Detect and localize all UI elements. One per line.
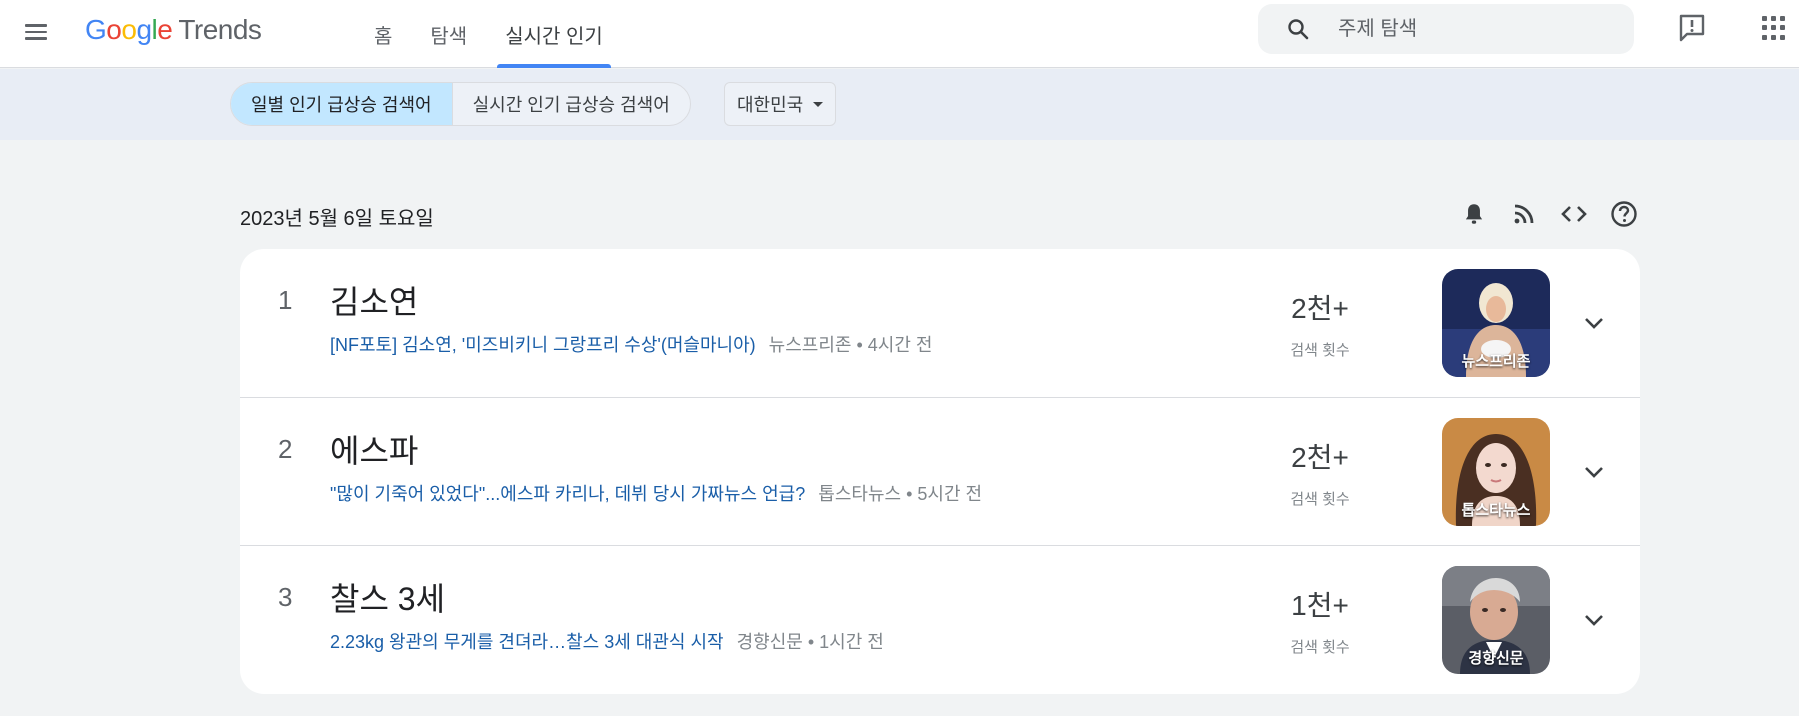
help-icon[interactable]	[1608, 198, 1640, 230]
toolbar	[1458, 198, 1640, 230]
image-source: 경향신문	[1468, 650, 1524, 667]
trend-rank: 3	[278, 582, 293, 612]
logo-letter: g	[136, 14, 152, 45]
country-select[interactable]: 대한민국	[724, 82, 837, 126]
trend-title[interactable]: 찰스 3세	[330, 574, 445, 620]
tab-home[interactable]: 홈	[360, 0, 406, 68]
search-box[interactable]	[1258, 4, 1634, 54]
caret-down-icon	[813, 101, 824, 107]
article-link[interactable]: [NF포토] 김소연, '미즈비키니 그랑프리 수상'(머슬마니아)	[330, 335, 756, 355]
trend-type-toggle: 일별 인기 급상승 검색어 실시간 인기 급상승 검색어	[230, 82, 691, 126]
google-trends-logo[interactable]: Google Trends	[85, 14, 262, 46]
realtime-trends-button[interactable]: 실시간 인기 급상승 검색어	[451, 83, 690, 125]
feedback-icon[interactable]	[1676, 12, 1708, 44]
trend-row[interactable]: 1 김소연 [NF포토] 김소연, '미즈비키니 그랑프리 수상'(머슬마니아)…	[240, 249, 1640, 397]
top-app-bar: Google Trends 홈 탐색 실시간 인기	[0, 0, 1799, 68]
trend-article: "많이 기죽어 있었다"...에스파 카리나, 데뷔 당시 가짜뉴스 언급? 톱…	[330, 480, 982, 506]
expand-chevron-icon[interactable]	[1578, 307, 1610, 339]
trend-rank: 1	[278, 285, 293, 315]
search-icon[interactable]	[1282, 13, 1314, 45]
bell-icon[interactable]	[1458, 198, 1490, 230]
article-link[interactable]: "많이 기죽어 있었다"...에스파 카리나, 데뷔 당시 가짜뉴스 언급?	[330, 484, 805, 504]
article-meta: 경향신문 • 1시간 전	[736, 632, 884, 652]
logo-letter: o	[106, 14, 122, 45]
trend-thumbnail[interactable]: 경향신문	[1442, 566, 1550, 674]
main-menu-button[interactable]	[20, 16, 52, 48]
code-icon[interactable]	[1558, 198, 1590, 230]
search-count-label: 검색 횟수	[1290, 491, 1350, 508]
trend-row[interactable]: 2 에스파 "많이 기죽어 있었다"...에스파 카리나, 데뷔 당시 가짜뉴스…	[240, 397, 1640, 545]
search-count: 2천+	[1291, 442, 1349, 473]
trend-row[interactable]: 3 찰스 3세 2.23kg 왕관의 무게를 견뎌라…찰스 3세 대관식 시작 …	[240, 545, 1640, 693]
rss-icon[interactable]	[1508, 198, 1540, 230]
search-count-label: 검색 횟수	[1290, 342, 1350, 359]
filter-bar: 일별 인기 급상승 검색어 실시간 인기 급상승 검색어 대한민국	[0, 69, 1799, 140]
logo-letter: e	[157, 14, 173, 45]
date-heading: 2023년 5월 6일 토요일	[240, 208, 434, 230]
trend-rank: 2	[278, 434, 293, 464]
trend-thumbnail[interactable]: 뉴스프리존	[1442, 269, 1550, 377]
logo-letter: o	[121, 14, 137, 45]
tab-trending-now[interactable]: 실시간 인기	[491, 0, 617, 68]
expand-chevron-icon[interactable]	[1578, 456, 1610, 488]
search-count-label: 검색 횟수	[1290, 639, 1350, 656]
main-nav: 홈 탐색 실시간 인기	[360, 0, 627, 68]
article-meta: 뉴스프리존 • 4시간 전	[768, 335, 933, 355]
search-input[interactable]	[1338, 17, 1598, 41]
trend-article: [NF포토] 김소연, '미즈비키니 그랑프리 수상'(머슬마니아) 뉴스프리존…	[330, 331, 932, 357]
logo-trends-text: Trends	[178, 14, 262, 45]
expand-chevron-icon[interactable]	[1578, 604, 1610, 636]
trend-article: 2.23kg 왕관의 무게를 견뎌라…찰스 3세 대관식 시작 경향신문 • 1…	[330, 628, 884, 654]
trending-list: 1 김소연 [NF포토] 김소연, '미즈비키니 그랑프리 수상'(머슬마니아)…	[240, 249, 1640, 694]
article-link[interactable]: 2.23kg 왕관의 무게를 견뎌라…찰스 3세 대관식 시작	[330, 632, 724, 652]
logo-letter: G	[85, 14, 107, 45]
tab-explore[interactable]: 탐색	[416, 0, 481, 68]
search-count: 2천+	[1291, 293, 1349, 324]
trend-title[interactable]: 에스파	[330, 426, 418, 472]
image-source: 톱스타뉴스	[1461, 502, 1531, 519]
search-count: 1천+	[1291, 590, 1349, 621]
image-source: 뉴스프리존	[1461, 353, 1531, 370]
country-label: 대한민국	[737, 95, 804, 115]
article-meta: 톱스타뉴스 • 5시간 전	[818, 484, 983, 504]
daily-trends-button[interactable]: 일별 인기 급상승 검색어	[231, 83, 452, 125]
trend-thumbnail[interactable]: 톱스타뉴스	[1442, 418, 1550, 526]
google-apps-icon[interactable]	[1762, 16, 1786, 40]
trend-title[interactable]: 김소연	[330, 277, 418, 323]
